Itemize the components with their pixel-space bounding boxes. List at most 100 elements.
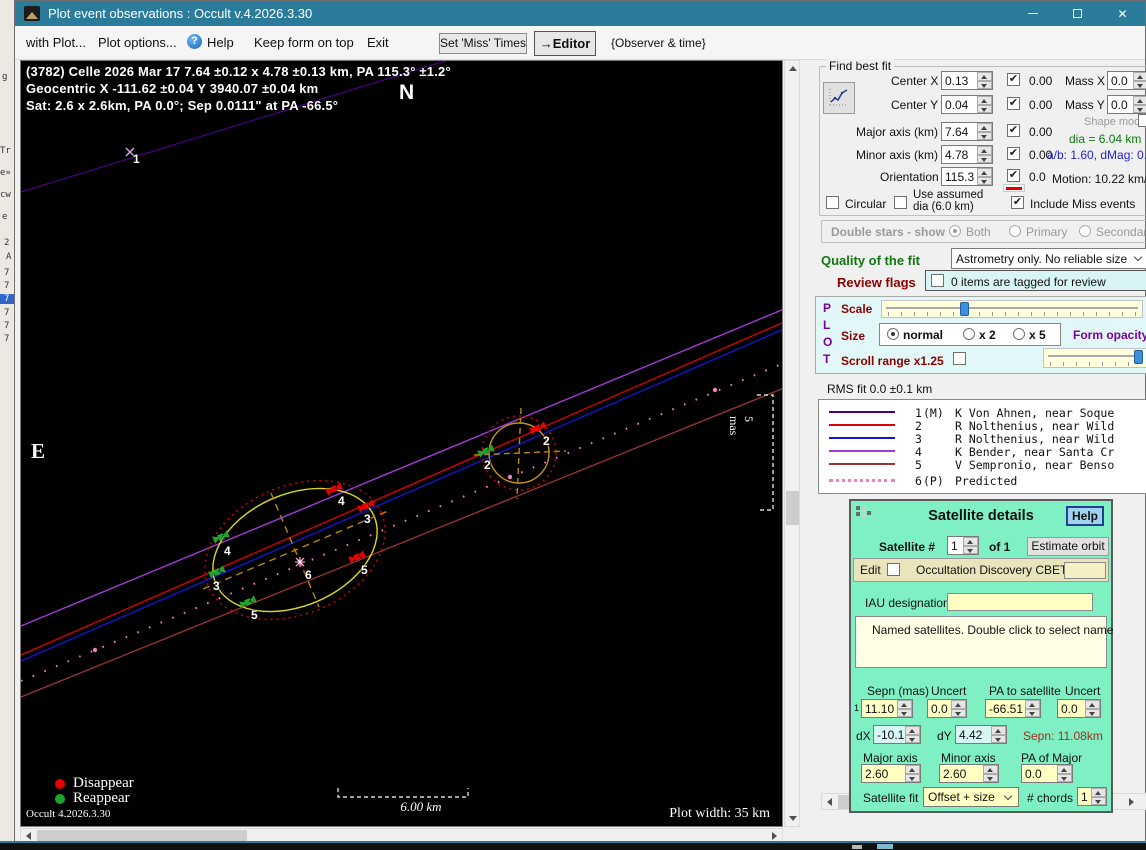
- center-y-fit-checkbox[interactable]: [1007, 97, 1020, 110]
- menu-with-plot[interactable]: with Plot...: [26, 35, 86, 50]
- mass-x-spinner[interactable]: 0.0: [1107, 71, 1146, 90]
- taskbar-icon[interactable]: [877, 844, 893, 849]
- spin-up-icon[interactable]: [991, 726, 1006, 735]
- form-opacity-slider-thumb[interactable]: [1134, 350, 1143, 364]
- form-opacity-slider[interactable]: [1043, 348, 1146, 368]
- spin-up-icon[interactable]: [1025, 700, 1040, 709]
- minor-axis-fit-checkbox[interactable]: [1007, 147, 1020, 160]
- spin-down-icon[interactable]: [897, 708, 912, 717]
- sepn-uncert-spinner[interactable]: 0.0: [927, 699, 967, 718]
- spin-down-icon[interactable]: [1085, 708, 1100, 717]
- spin-up-icon[interactable]: [977, 168, 992, 177]
- menu-exit[interactable]: Exit: [367, 35, 389, 50]
- spin-up-icon[interactable]: [977, 96, 992, 105]
- scroll-up-icon[interactable]: [789, 66, 797, 71]
- cbet-field[interactable]: [1064, 562, 1106, 579]
- menu-plot-options[interactable]: Plot options...: [98, 35, 177, 50]
- observer-row[interactable]: 5 V Sempronio, near Benso: [819, 458, 1146, 472]
- sat-major-spinner[interactable]: 2.60: [861, 764, 921, 783]
- major-axis-spinner[interactable]: 7.64: [941, 122, 993, 141]
- observer-list[interactable]: 1 (M) K Von Ahnen, near Soque 2 R Nolthe…: [818, 399, 1146, 494]
- spin-up-icon[interactable]: [905, 726, 920, 735]
- satellite-help-button[interactable]: Help: [1066, 506, 1104, 526]
- scroll-range-checkbox[interactable]: [953, 352, 966, 365]
- spin-up-icon[interactable]: [1133, 96, 1146, 105]
- maximize-button[interactable]: [1055, 1, 1100, 26]
- spin-up-icon[interactable]: [897, 700, 912, 709]
- center-x-fit-checkbox[interactable]: [1007, 73, 1020, 86]
- minor-axis-spinner[interactable]: 4.78: [941, 145, 993, 164]
- use-assumed-dia-checkbox[interactable]: [894, 196, 907, 209]
- spin-down-icon[interactable]: [1133, 104, 1146, 113]
- mass-y-spinner[interactable]: 0.0: [1107, 95, 1146, 114]
- spin-up-icon[interactable]: [983, 765, 998, 774]
- scale-slider[interactable]: [881, 300, 1143, 318]
- spin-down-icon[interactable]: [1091, 796, 1106, 805]
- menu-help[interactable]: Help: [207, 35, 234, 50]
- double-secondary-radio[interactable]: [1079, 225, 1091, 237]
- pa-uncert-spinner[interactable]: 0.0: [1057, 699, 1101, 718]
- chords-spinner[interactable]: 1: [1077, 787, 1107, 806]
- scroll-left-icon[interactable]: [827, 798, 832, 806]
- close-button[interactable]: ✕: [1100, 1, 1145, 26]
- review-flags-checkbox[interactable]: [931, 274, 944, 287]
- circular-checkbox[interactable]: [826, 196, 839, 209]
- fit-plot-button[interactable]: [823, 82, 855, 114]
- menu-keep-form-on-top[interactable]: Keep form on top: [254, 35, 354, 50]
- quality-combo[interactable]: Astrometry only. No reliable size: [951, 248, 1146, 269]
- spin-up-icon[interactable]: [951, 700, 966, 709]
- plot-canvas[interactable]: (3782) Celle 2026 Mar 17 7.64 ±0.12 x 4.…: [20, 60, 783, 827]
- spin-up-icon[interactable]: [963, 537, 978, 546]
- dx-spinner[interactable]: -10.16: [873, 725, 921, 744]
- spin-down-icon[interactable]: [905, 773, 920, 782]
- observer-row[interactable]: 3 R Nolthenius, near Wild: [819, 432, 1146, 446]
- observer-row[interactable]: 4 K Bender, near Santa Cr: [819, 445, 1146, 459]
- sepn-spinner[interactable]: 11.10: [861, 699, 913, 718]
- observer-row[interactable]: 1 (M) K Von Ahnen, near Soque: [819, 406, 1146, 420]
- spin-up-icon[interactable]: [1091, 788, 1106, 797]
- taskbar-icon[interactable]: [852, 845, 862, 849]
- pa-spinner[interactable]: -66.51: [985, 699, 1041, 718]
- spin-down-icon[interactable]: [977, 176, 992, 185]
- spin-down-icon[interactable]: [1133, 80, 1146, 89]
- minimize-button[interactable]: [1010, 1, 1055, 26]
- spin-up-icon[interactable]: [1085, 700, 1100, 709]
- spin-up-icon[interactable]: [977, 72, 992, 81]
- spin-up-icon[interactable]: [977, 123, 992, 132]
- size-normal-radio[interactable]: [887, 328, 899, 340]
- double-both-radio[interactable]: [949, 225, 961, 237]
- scale-slider-thumb[interactable]: [960, 302, 969, 316]
- shape-model-checkbox[interactable]: [1138, 114, 1146, 127]
- named-satellites-box[interactable]: Named satellites. Double click to select…: [855, 616, 1113, 668]
- spin-down-icon[interactable]: [1057, 773, 1072, 782]
- scroll-right-icon[interactable]: [772, 832, 777, 840]
- spin-up-icon[interactable]: [1057, 765, 1072, 774]
- spin-down-icon[interactable]: [991, 734, 1006, 743]
- title-bar[interactable]: Plot event observations : Occult v.4.202…: [15, 1, 1145, 26]
- spin-down-icon[interactable]: [905, 734, 920, 743]
- spin-up-icon[interactable]: [1133, 72, 1146, 81]
- size-x5-radio[interactable]: [1013, 328, 1025, 340]
- scroll-down-icon[interactable]: [789, 816, 797, 821]
- set-miss-times-button[interactable]: Set 'Miss' Times: [439, 33, 527, 54]
- orientation-fit-checkbox[interactable]: [1007, 169, 1020, 182]
- orientation-spinner[interactable]: 115.3: [941, 167, 993, 186]
- satellite-fit-combo[interactable]: Offset + size: [923, 787, 1019, 807]
- double-primary-radio[interactable]: [1009, 225, 1021, 237]
- plot-vertical-scrollbar[interactable]: [784, 60, 800, 827]
- dy-spinner[interactable]: 4.42: [955, 725, 1007, 744]
- spin-down-icon[interactable]: [963, 545, 978, 554]
- center-x-spinner[interactable]: 0.13: [941, 71, 993, 90]
- spin-down-icon[interactable]: [977, 104, 992, 113]
- spin-down-icon[interactable]: [977, 154, 992, 163]
- size-x2-radio[interactable]: [963, 328, 975, 340]
- observer-row[interactable]: 2 R Nolthenius, near Wild: [819, 419, 1146, 433]
- spin-up-icon[interactable]: [905, 765, 920, 774]
- spin-down-icon[interactable]: [951, 708, 966, 717]
- major-axis-fit-checkbox[interactable]: [1007, 124, 1020, 137]
- edit-checkbox[interactable]: [887, 563, 900, 576]
- scroll-right-icon[interactable]: [1129, 798, 1134, 806]
- estimate-orbit-button[interactable]: Estimate orbit: [1027, 537, 1109, 556]
- editor-button[interactable]: →Editor: [534, 31, 596, 56]
- center-y-spinner[interactable]: 0.04: [941, 95, 993, 114]
